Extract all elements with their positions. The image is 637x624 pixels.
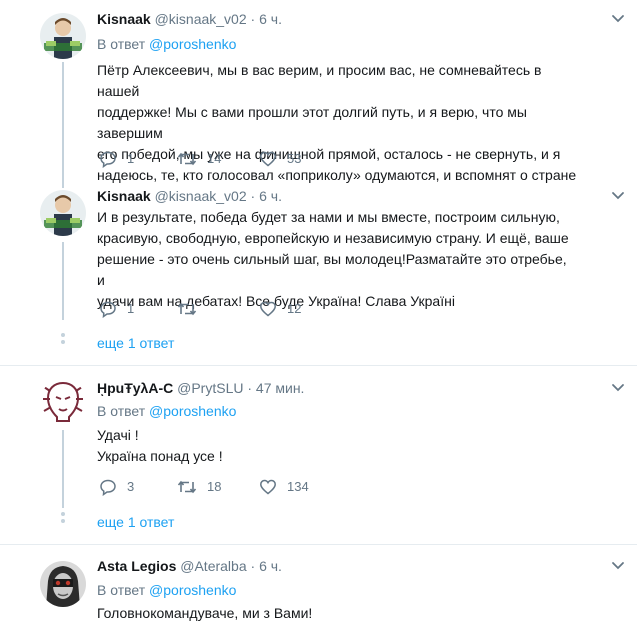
retweet-button[interactable]: 14 <box>177 149 221 169</box>
avatar[interactable] <box>40 13 86 59</box>
thread-dots <box>58 333 65 347</box>
reply-count: 3 <box>127 479 135 494</box>
tweet-text: Удачі ! Україна понад усе ! <box>97 427 223 464</box>
reply-icon <box>100 479 116 496</box>
reply-prefix: В ответ <box>97 36 146 52</box>
retweet-count: 18 <box>207 479 222 494</box>
separator-dot: · <box>247 380 253 396</box>
reply-count: 1 <box>127 301 135 316</box>
reply-context: В ответ @poroshenko <box>97 35 236 53</box>
separator-dot: · <box>250 188 256 204</box>
retweet-button[interactable]: 18 <box>177 477 221 497</box>
heart-icon <box>260 151 276 167</box>
like-count: 134 <box>287 479 309 494</box>
reply-to-link[interactable]: @poroshenko <box>149 36 236 52</box>
reply-context: В ответ @poroshenko <box>97 581 236 599</box>
user-handle[interactable]: @kisnaak_v02 <box>155 11 247 27</box>
tweet-header: ῌpuŦyλA-C @PrytSLU · 47 мин. <box>97 379 304 397</box>
display-name[interactable]: Asta Legios <box>97 558 176 574</box>
divider <box>0 365 637 366</box>
retweet-count: 14 <box>207 151 222 166</box>
thread-dots <box>58 512 65 526</box>
like-button[interactable]: 12 <box>259 299 301 319</box>
reply-prefix: В ответ <box>97 582 146 598</box>
tweet[interactable]: Asta Legios @Ateralba · 6 ч. В ответ @po… <box>0 557 637 623</box>
chevron-down-icon[interactable] <box>611 559 625 573</box>
timestamp[interactable]: 47 мин. <box>256 380 305 396</box>
user-handle[interactable]: @Ateralba <box>180 558 246 574</box>
retweet-icon <box>177 302 197 316</box>
separator-dot: · <box>250 11 256 27</box>
avatar[interactable] <box>40 190 86 236</box>
tweet-header: Kisnaak @kisnaak_v02 · 6 ч. <box>97 187 282 205</box>
retweet-icon <box>177 480 197 494</box>
chevron-down-icon[interactable] <box>611 189 625 203</box>
divider <box>0 544 637 545</box>
tweet-text: Пётр Алексеевич, мы в вас верим, и проси… <box>97 62 577 183</box>
display-name[interactable]: ῌpuŦyλA-C <box>97 380 173 396</box>
reply-to-link[interactable]: @poroshenko <box>149 582 236 598</box>
retweet-icon <box>177 152 197 166</box>
tweet-text: Головнокомандуваче, ми з Вами! <box>97 605 313 621</box>
user-handle[interactable]: @PrytSLU <box>177 380 243 396</box>
display-name[interactable]: Kisnaak <box>97 11 151 27</box>
user-handle[interactable]: @kisnaak_v02 <box>155 188 247 204</box>
show-more-replies-link[interactable]: еще 1 ответ <box>97 335 174 351</box>
tweet-header: Kisnaak @kisnaak_v02 · 6 ч. <box>97 10 282 28</box>
avatar[interactable] <box>40 379 86 425</box>
tweet[interactable]: Kisnaak @kisnaak_v02 · 6 ч. В ответ @por… <box>0 10 637 183</box>
reply-icon <box>100 301 116 318</box>
reply-button[interactable]: 3 <box>99 477 134 497</box>
chevron-down-icon[interactable] <box>611 12 625 26</box>
timestamp[interactable]: 6 ч. <box>259 558 282 574</box>
heart-icon <box>260 479 276 495</box>
show-more-replies-link[interactable]: еще 1 ответ <box>97 514 174 530</box>
reply-button[interactable]: 1 <box>99 299 134 319</box>
reply-count: 1 <box>127 151 135 166</box>
tweet-header: Asta Legios @Ateralba · 6 ч. <box>97 557 282 575</box>
separator-dot: · <box>250 558 256 574</box>
tweet-text: И в результате, победа будет за нами и м… <box>97 209 569 309</box>
like-button[interactable]: 134 <box>259 477 309 497</box>
tweet[interactable]: ῌpuŦyλA-C @PrytSLU · 47 мин. В ответ @po… <box>0 379 637 499</box>
reply-to-link[interactable]: @poroshenko <box>149 403 236 419</box>
reply-prefix: В ответ <box>97 403 146 419</box>
chevron-down-icon[interactable] <box>611 381 625 395</box>
display-name[interactable]: Kisnaak <box>97 188 151 204</box>
thread-line <box>62 430 64 508</box>
heart-icon <box>260 301 276 317</box>
reply-context: В ответ @poroshenko <box>97 402 236 420</box>
timestamp[interactable]: 6 ч. <box>259 11 282 27</box>
like-count: 12 <box>287 301 302 316</box>
like-button[interactable]: 53 <box>259 149 301 169</box>
reply-icon <box>100 151 116 168</box>
retweet-button[interactable] <box>177 299 207 319</box>
tweet[interactable]: Kisnaak @kisnaak_v02 · 6 ч. И в результа… <box>0 187 637 327</box>
timestamp[interactable]: 6 ч. <box>259 188 282 204</box>
like-count: 53 <box>287 151 302 166</box>
avatar[interactable] <box>40 561 86 607</box>
reply-button[interactable]: 1 <box>99 149 134 169</box>
